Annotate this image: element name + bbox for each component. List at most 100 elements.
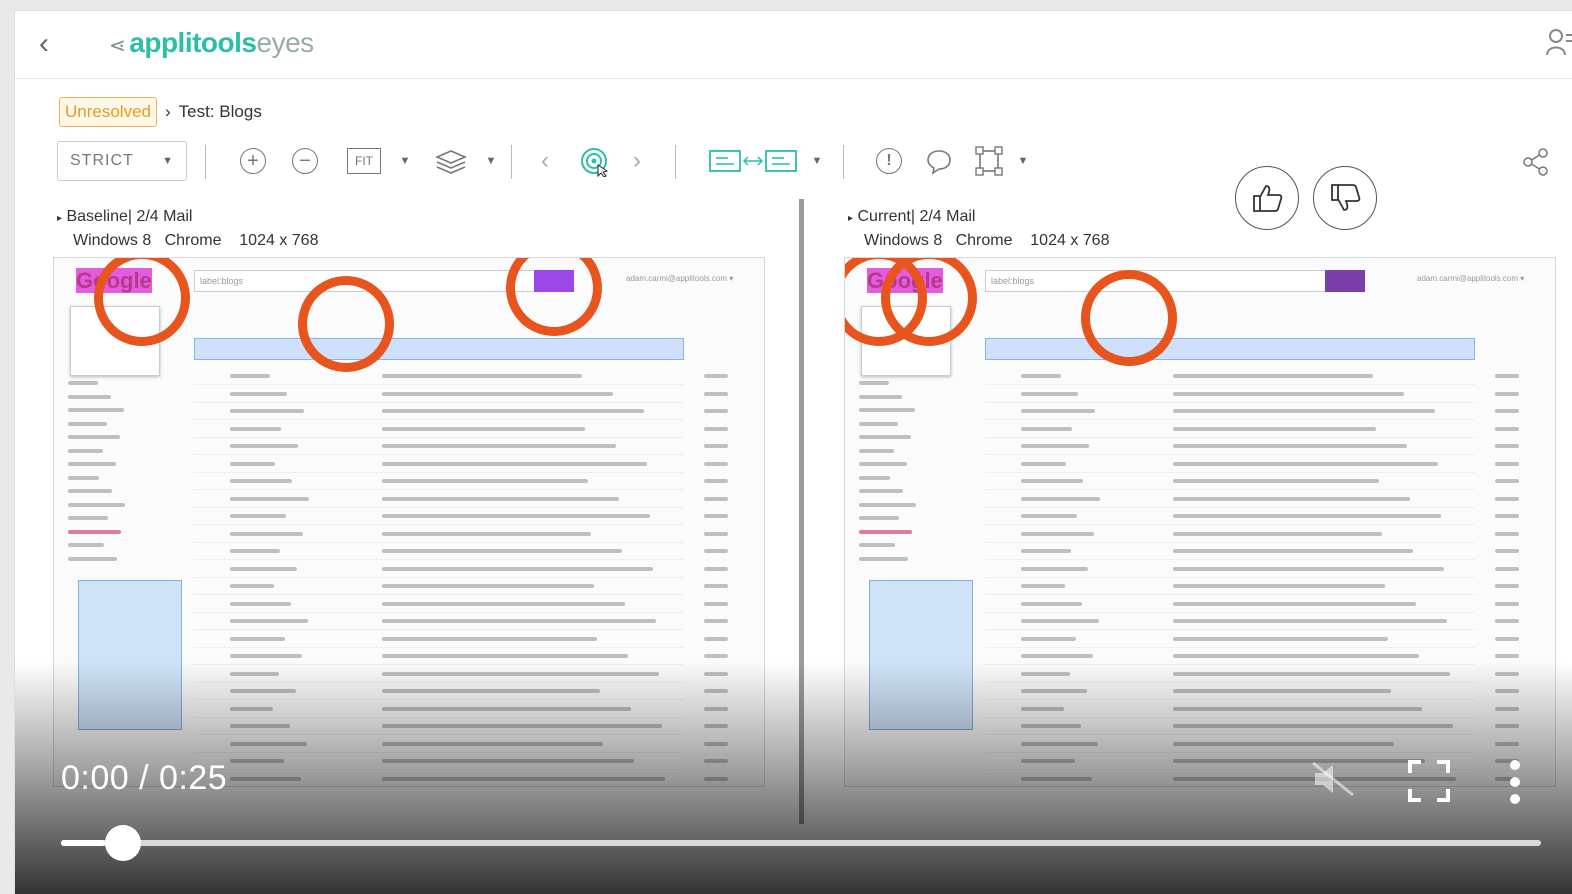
zoom-in-icon: + [240, 148, 266, 174]
exclamation-icon: ! [876, 148, 902, 174]
message-text [704, 601, 728, 606]
message-text [230, 444, 298, 448]
message-text [1021, 514, 1077, 518]
message-text [1495, 409, 1519, 413]
fit-dropdown[interactable]: ▼ [395, 141, 415, 181]
message-text [230, 391, 287, 396]
message-text [704, 654, 728, 658]
test-name: Test: Blogs [178, 102, 262, 121]
zoom-in-button[interactable]: + [233, 141, 273, 181]
chevron-down-icon: ▼ [485, 155, 497, 167]
chevron-down-icon: ▼ [162, 155, 174, 167]
message-text [230, 654, 302, 658]
gmail-label [68, 502, 158, 516]
gmail-label [859, 448, 949, 462]
current-step: | 2/4 Mail [910, 208, 976, 225]
message-text [704, 461, 728, 466]
baseline-browser: Chrome [164, 232, 222, 249]
remark-button[interactable] [919, 141, 959, 181]
message-text [382, 619, 656, 623]
more-options-icon[interactable] [1507, 759, 1523, 805]
side-by-side-view-button[interactable] [703, 141, 803, 181]
video-time: 0:00 / 0:25 [61, 759, 228, 797]
message-text [1173, 374, 1373, 378]
current-os: Windows 8 [864, 232, 943, 249]
match-level-value: STRICT [70, 152, 134, 169]
message-text [1021, 444, 1089, 448]
table-row [194, 576, 684, 578]
view-dropdown[interactable]: ▼ [807, 141, 827, 181]
message-text [1495, 514, 1519, 518]
message-text [1021, 496, 1100, 501]
gmail-label [68, 394, 158, 408]
reject-button[interactable] [1313, 166, 1377, 230]
user-menu-icon[interactable] [1546, 27, 1572, 57]
previous-diff-button[interactable]: ‹ [533, 141, 557, 181]
message-text [1173, 461, 1438, 466]
gmail-label [68, 434, 158, 448]
accept-button[interactable] [1235, 166, 1299, 230]
message-text [704, 391, 728, 396]
logo-mark-icon: ⋖ [109, 35, 126, 57]
message-text [230, 549, 280, 553]
video-scrubber-handle[interactable] [105, 825, 141, 861]
layers-dropdown[interactable]: ▼ [481, 141, 501, 181]
gmail-label [68, 380, 158, 394]
message-text [230, 601, 291, 606]
region-icon [975, 146, 1003, 176]
gmail-label [68, 542, 158, 556]
message-text [1021, 426, 1072, 431]
message-text [1495, 426, 1519, 431]
message-text [382, 461, 647, 466]
baseline-viewport: 1024 x 768 [239, 232, 319, 249]
gmail-banner [985, 338, 1475, 360]
message-text [1173, 619, 1447, 623]
share-icon[interactable] [1521, 147, 1551, 177]
current-header: ▸ Current| 2/4 Mail Windows 8 Chrome 102… [848, 206, 1109, 252]
video-progress-bar[interactable] [61, 840, 1541, 846]
message-text [1495, 496, 1519, 501]
message-text [704, 426, 728, 431]
message-text [1021, 636, 1076, 641]
gmail-account: adam.carmi@applitools.com ▾ [1417, 274, 1525, 283]
status-badge[interactable]: Unresolved [59, 97, 157, 127]
table-row [194, 436, 684, 438]
message-text [1173, 636, 1388, 641]
toolbar-divider [675, 145, 676, 179]
thumbs-up-icon [1253, 185, 1283, 212]
zoom-out-icon: − [292, 148, 318, 174]
message-text [1173, 496, 1410, 501]
table-row [985, 541, 1475, 543]
message-text [1495, 374, 1519, 378]
region-button[interactable] [969, 141, 1009, 181]
layers-button[interactable] [429, 141, 473, 181]
next-diff-button[interactable]: › [625, 141, 649, 181]
expand-caret-icon[interactable]: ▸ [57, 213, 62, 224]
message-text [230, 479, 292, 483]
message-text [1021, 619, 1099, 623]
chevron-down-icon: ▼ [399, 155, 411, 167]
fit-button[interactable]: FIT [343, 141, 385, 181]
fullscreen-icon[interactable] [1407, 759, 1451, 803]
issue-button[interactable]: ! [869, 141, 909, 181]
match-level-select[interactable]: STRICT ▼ [57, 141, 187, 181]
zoom-out-button[interactable]: − [285, 141, 325, 181]
gmail-label [68, 556, 158, 570]
message-text [704, 444, 728, 448]
table-row [985, 524, 1475, 525]
message-text [382, 374, 582, 378]
target-icon [581, 148, 609, 177]
mute-icon[interactable] [1309, 759, 1359, 799]
table-row [985, 489, 1475, 490]
gmail-label [859, 407, 949, 421]
expand-caret-icon[interactable]: ▸ [848, 213, 853, 224]
gmail-label [859, 502, 949, 516]
current-viewport: 1024 x 768 [1030, 232, 1110, 249]
baseline-title: Baseline [66, 208, 128, 225]
table-row [985, 419, 1475, 420]
find-diffs-button[interactable] [575, 141, 613, 181]
table-row [194, 559, 684, 560]
message-text [230, 636, 285, 641]
region-dropdown[interactable]: ▼ [1013, 141, 1033, 181]
back-arrow-icon[interactable]: ‹ [39, 29, 49, 59]
